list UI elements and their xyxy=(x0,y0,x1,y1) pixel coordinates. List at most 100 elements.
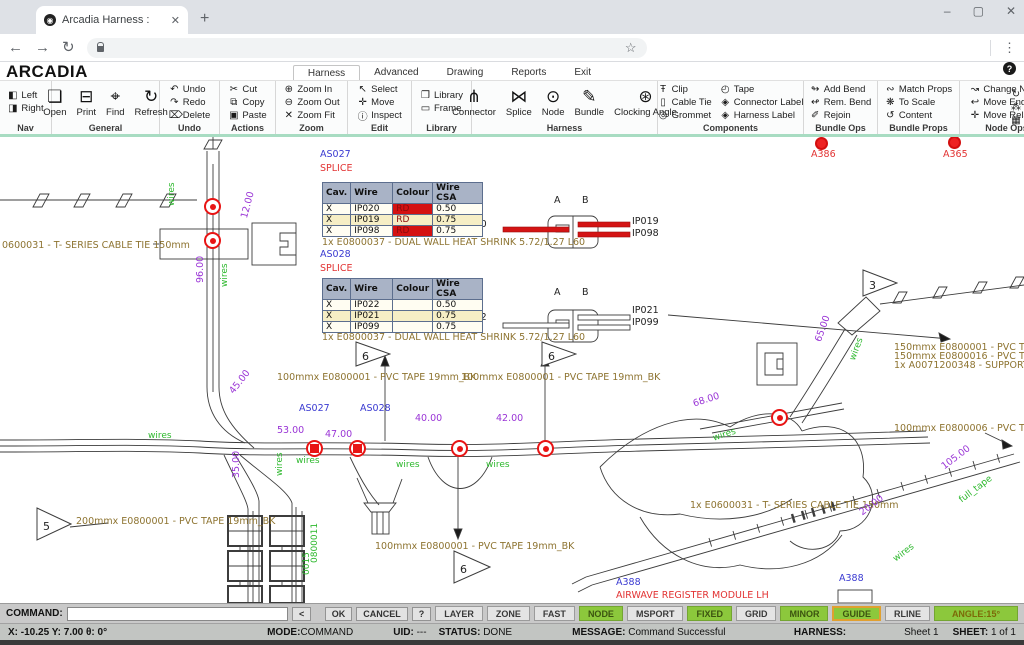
drawing-canvas[interactable]: AS027SPLICE1x E0800037 - DUAL WALL HEAT … xyxy=(0,137,1024,603)
canvas-label: IP021 xyxy=(632,306,659,316)
window-maximize-icon[interactable]: ▢ xyxy=(973,4,984,18)
harness-node[interactable] xyxy=(204,198,221,215)
cancel-button[interactable]: CANCEL xyxy=(356,607,408,621)
triangle-number: 6 xyxy=(460,563,467,576)
harness-node[interactable] xyxy=(771,409,788,426)
reload-icon[interactable]: ↻ xyxy=(62,40,75,55)
window-close-icon[interactable]: ✕ xyxy=(1006,4,1016,18)
rotate-icon[interactable]: ↻ xyxy=(1011,89,1021,100)
toggle-zone[interactable]: ZONE xyxy=(487,606,530,621)
toggle-rline[interactable]: RLINE xyxy=(885,606,930,621)
canvas-label: B xyxy=(582,288,589,298)
back-icon[interactable]: ← xyxy=(8,40,23,55)
command-help-button[interactable]: ? xyxy=(412,607,432,621)
rejoin-button[interactable]: ✐Rejoin xyxy=(807,109,875,122)
toggle-layer[interactable]: LAYER xyxy=(435,606,483,621)
content-button[interactable]: ↺Content xyxy=(882,109,955,122)
table-cell: IP022 xyxy=(351,300,393,311)
copy-button[interactable]: ⧉Copy xyxy=(225,96,269,109)
address-bar[interactable]: ☆ xyxy=(87,38,647,58)
node-button[interactable]: ⊙Node xyxy=(538,87,569,118)
window-minimize-icon[interactable]: – xyxy=(944,4,951,18)
help-button[interactable]: ? xyxy=(1003,62,1016,75)
zoom-in-button[interactable]: ⊕Zoom In xyxy=(280,83,342,96)
zoom-fit-button[interactable]: ✕Zoom Fit xyxy=(280,109,342,122)
tab-close-icon[interactable]: ✕ xyxy=(171,14,180,27)
harness-node[interactable] xyxy=(451,440,468,457)
canvas-label: AS028 xyxy=(360,404,391,414)
button-label: Paste xyxy=(242,110,266,121)
add-bend-button[interactable]: ↬Add Bend xyxy=(807,83,875,96)
table-cell: 0.75 xyxy=(433,322,483,333)
toggle-node[interactable]: NODE xyxy=(579,606,623,621)
harness-node[interactable] xyxy=(349,440,366,457)
cut-button[interactable]: ✂Cut xyxy=(225,83,269,96)
button-label: Add Bend xyxy=(824,84,866,95)
redo-button[interactable]: ↷Redo xyxy=(166,96,213,109)
button-label: Open xyxy=(43,107,66,118)
harness-node[interactable] xyxy=(537,440,554,457)
print-button[interactable]: ⊟Print xyxy=(72,87,100,118)
grommet-button[interactable]: ◎Grommet xyxy=(655,109,715,122)
favicon-icon: ◉ xyxy=(44,14,56,26)
ribbon-group-general: ❏Open⊟Print⌖Find↻RefreshGeneral xyxy=(52,81,160,134)
tab-harness[interactable]: Harness xyxy=(293,65,360,80)
harness-node[interactable] xyxy=(306,440,323,457)
tab-advanced[interactable]: Advanced xyxy=(360,65,432,80)
toggle-grid[interactable]: GRID xyxy=(736,606,777,621)
reference-triangle: 6 xyxy=(541,341,577,372)
tab-exit[interactable]: Exit xyxy=(560,65,605,80)
toggle-fixed[interactable]: FIXED xyxy=(687,606,732,621)
cluster-icon[interactable]: ⁂ xyxy=(1011,102,1021,113)
button-label: Undo xyxy=(183,84,206,95)
bundle-button[interactable]: ✎Bundle xyxy=(571,87,609,118)
tape-button[interactable]: ◴Tape xyxy=(717,83,807,96)
toggle-minor[interactable]: MINOR xyxy=(780,606,828,621)
canvas-label: 96.00 xyxy=(196,256,206,283)
print-icon: ⊟ xyxy=(79,87,93,107)
connector-button[interactable]: ⋔Connector xyxy=(448,87,500,118)
undo-button[interactable]: ↶Undo xyxy=(166,83,213,96)
paste-button[interactable]: ▣Paste xyxy=(225,109,269,122)
cable-tie-button[interactable]: ▯Cable Tie xyxy=(655,96,715,109)
select-button[interactable]: ↖Select xyxy=(354,83,405,96)
rem-bend-button[interactable]: ↫Rem. Bend xyxy=(807,96,875,109)
browser-menu-icon[interactable]: ⋮ xyxy=(1003,40,1016,56)
zoom-out-button[interactable]: ⊖Zoom Out xyxy=(280,96,342,109)
toggle-guide[interactable]: GUIDE xyxy=(832,606,881,621)
forward-icon[interactable]: → xyxy=(35,40,50,55)
image-icon[interactable]: ▦ xyxy=(1011,115,1021,126)
splice-button[interactable]: ⋈Splice xyxy=(502,87,536,118)
find-button[interactable]: ⌖Find xyxy=(102,87,128,118)
new-tab-button[interactable]: + xyxy=(200,10,209,28)
toggle-fast[interactable]: FAST xyxy=(534,606,575,621)
ribbon-group-label: Actions xyxy=(222,122,273,134)
match-props-button[interactable]: ∾Match Props xyxy=(882,83,955,96)
inspect-button[interactable]: ⓘInspect xyxy=(354,109,405,122)
bookmark-star-icon[interactable]: ☆ xyxy=(625,40,637,56)
connector-label-button[interactable]: ◈Connector Label xyxy=(717,96,807,109)
tab-reports[interactable]: Reports xyxy=(497,65,560,80)
bundle-icon: ✎ xyxy=(582,87,596,107)
harness-node[interactable] xyxy=(204,232,221,249)
tab-drawing[interactable]: Drawing xyxy=(433,65,498,80)
ok-button[interactable]: OK xyxy=(325,607,353,621)
clip-button[interactable]: ŦClip xyxy=(655,83,715,96)
toggle-msport[interactable]: MSPORT xyxy=(627,606,684,621)
harness-label-button[interactable]: ◈Harness Label xyxy=(717,109,807,122)
connector-marker[interactable] xyxy=(815,137,828,150)
delete-button[interactable]: ⌦Delete xyxy=(166,109,213,122)
ribbon-group-undo: ↶Undo↷Redo⌦Delete Undo xyxy=(160,81,220,134)
history-button[interactable]: < xyxy=(292,607,311,621)
command-bar: COMMAND: < OK CANCEL ? LAYERZONEFASTNODE… xyxy=(0,603,1024,623)
browser-tab[interactable]: ◉ Arcadia Harness : ✕ xyxy=(36,6,188,34)
open-button[interactable]: ❏Open xyxy=(39,87,70,118)
to-scale-button[interactable]: ❋To Scale xyxy=(882,96,955,109)
app-header: ARCADIA HarnessAdvancedDrawingReportsExi… xyxy=(0,62,1024,80)
table-cell: 0.75 xyxy=(433,311,483,322)
button-label: Zoom Fit xyxy=(297,110,334,121)
move-end-icon: ↩ xyxy=(969,97,980,108)
toggle-angle15[interactable]: ANGLE:15° xyxy=(934,606,1018,621)
command-input[interactable] xyxy=(67,607,288,621)
node-sq-icon xyxy=(310,444,319,453)
